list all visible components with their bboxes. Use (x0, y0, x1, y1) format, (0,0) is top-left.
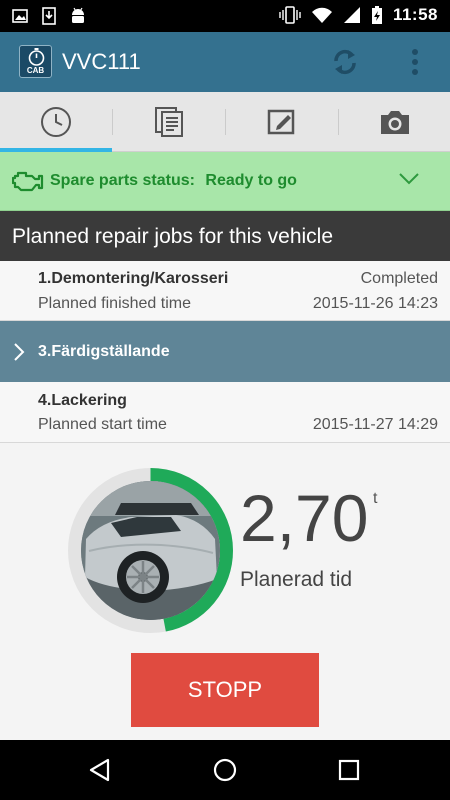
job-time-value: 2015-11-27 14:29 (312, 416, 438, 433)
planned-time-label: Planerad tid (240, 568, 353, 591)
download-icon (42, 7, 56, 25)
app-logo-text: CAB (26, 66, 45, 75)
app-bar: CAB VVC111 (0, 32, 450, 92)
tab-edit[interactable] (226, 92, 338, 152)
job-item-fardigstallande[interactable]: 3.Färdigställande (0, 321, 450, 382)
chevron-right-icon (14, 343, 25, 361)
spare-parts-label: Spare parts status: (50, 172, 195, 189)
camera-icon (381, 111, 409, 134)
job-status: Completed (360, 270, 438, 287)
battery-charging-icon (371, 6, 382, 24)
refresh-icon[interactable] (330, 47, 360, 77)
chevron-down-icon[interactable] (398, 172, 420, 186)
spare-parts-text: Spare parts status: Ready to go (50, 172, 297, 190)
back-icon[interactable] (86, 755, 116, 785)
spare-parts-status[interactable]: Spare parts status: Ready to go (0, 152, 450, 211)
job-name: 3.Färdigställande (38, 343, 170, 360)
signal-icon (343, 7, 360, 23)
tab-documents[interactable] (113, 92, 225, 152)
section-header-title: Planned repair jobs for this vehicle (12, 225, 334, 248)
job-item-demontering[interactable]: 1.Demontering/Karosseri Completed Planne… (0, 261, 450, 321)
status-time: 11:58 (392, 5, 438, 24)
job-time-label: Planned finished time (38, 295, 191, 312)
tab-bar (0, 92, 450, 152)
overflow-menu-icon[interactable] (406, 46, 424, 78)
vehicle-photo (81, 481, 220, 620)
status-bar: 11:58 (0, 0, 450, 32)
job-time-value: 2015-11-26 14:23 (312, 295, 438, 312)
wifi-icon (311, 7, 332, 23)
tab-camera[interactable] (339, 92, 450, 152)
section-header: Planned repair jobs for this vehicle (0, 211, 450, 261)
android-icon (72, 7, 84, 23)
job-time-label: Planned start time (38, 416, 167, 433)
clock-icon (41, 107, 71, 137)
engine-icon (12, 171, 44, 192)
image-icon (12, 9, 28, 23)
job-name: 1.Demontering/Karosseri (38, 270, 229, 287)
job-row-top: 4.Lackering (38, 392, 438, 410)
job-item-lackering[interactable]: 4.Lackering Planned start time 2015-11-2… (0, 382, 450, 443)
tab-clock[interactable] (0, 92, 112, 152)
app-logo: CAB (19, 45, 52, 78)
job-row-bottom: Planned start time 2015-11-27 14:29 (38, 416, 438, 434)
documents-icon (155, 107, 183, 137)
nav-bar (0, 740, 450, 800)
edit-icon (267, 109, 295, 135)
stop-button[interactable]: STOPP (131, 653, 319, 727)
job-row-top: 1.Demontering/Karosseri Completed (38, 270, 438, 288)
home-icon[interactable] (210, 755, 240, 785)
timer-ring (68, 468, 233, 633)
planned-time-unit: t (373, 490, 378, 507)
job-row-bottom: Planned finished time 2015-11-26 14:23 (38, 295, 438, 313)
planned-time-value: 2,70 (240, 481, 369, 555)
spare-parts-value: Ready to go (205, 172, 297, 189)
job-name: 4.Lackering (38, 392, 127, 409)
vibrate-icon (279, 6, 301, 24)
app-title: VVC111 (62, 49, 141, 74)
recents-icon[interactable] (334, 755, 364, 785)
